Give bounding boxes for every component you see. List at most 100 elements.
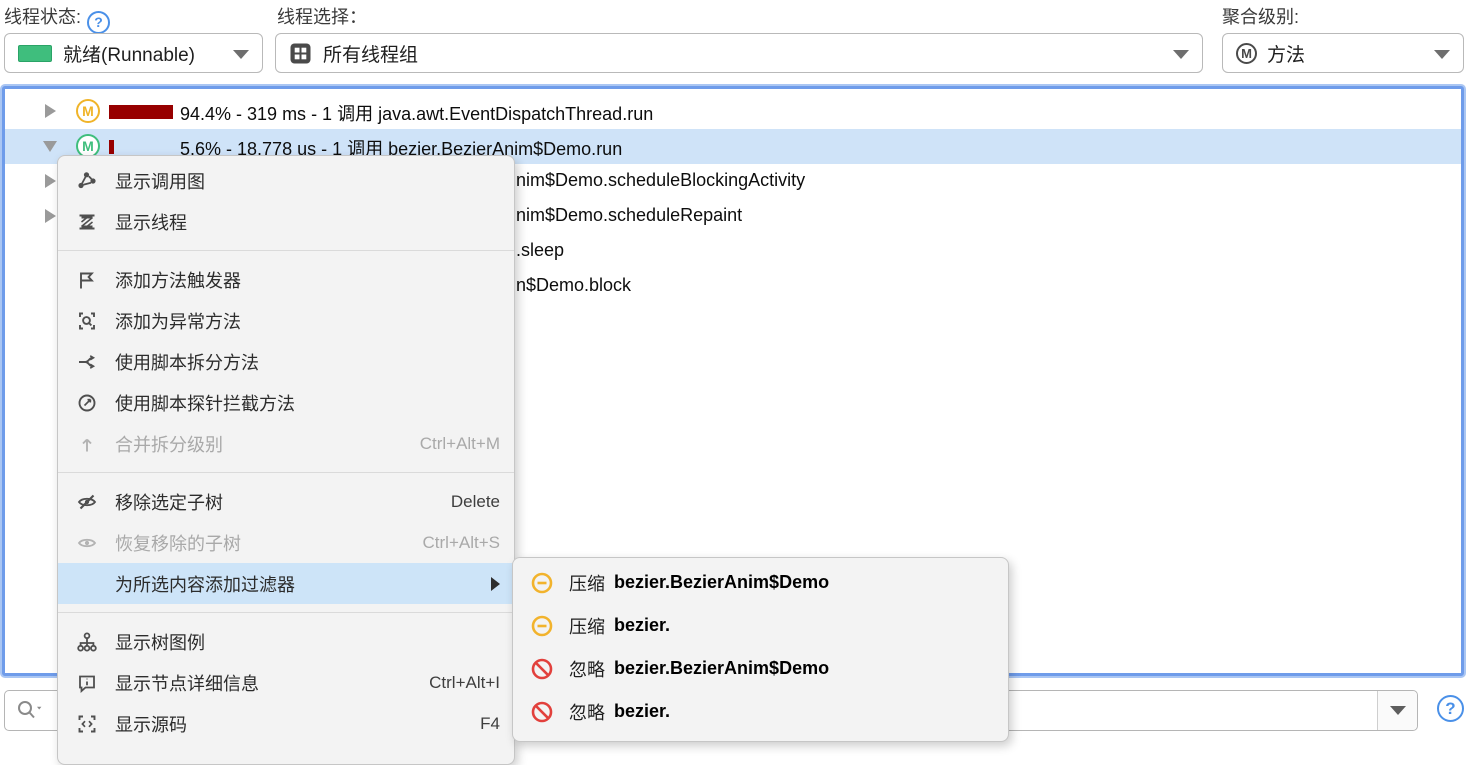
menu-item-add-filter-for-selection[interactable]: 为所选内容添加过滤器 [58, 563, 514, 604]
aggregation-label-text: 聚合级别: [1222, 7, 1300, 27]
menu-item-show-tree-legend[interactable]: 显示树图例 [58, 621, 514, 662]
menu-item-label: 添加方法触发器 [115, 270, 241, 291]
tree-node-label[interactable]: 94.4% - 319 ms - 1 调用 java.awt.EventDisp… [180, 100, 653, 126]
menu-item-label: 恢复移除的子树 [115, 533, 241, 554]
menu-separator [58, 250, 514, 251]
menu-separator [58, 472, 514, 473]
thread-state-dropdown[interactable]: 就绪(Runnable) [4, 33, 263, 73]
collapse-arrow-icon[interactable] [43, 141, 57, 152]
circle-minus-icon [529, 571, 555, 595]
submenu-action-label: 压缩 [569, 573, 605, 594]
node-info-icon [74, 672, 100, 694]
tree-node-label[interactable]: nim$Demo.scheduleRepaint [516, 205, 742, 226]
menu-item-merge-split-levels: 合并拆分级别 Ctrl+Alt+M [58, 423, 514, 464]
thread-state-value: 就绪(Runnable) [63, 44, 195, 66]
time-bar [109, 140, 114, 154]
menu-item-add-exceptional-method[interactable]: 添加为异常方法 [58, 300, 514, 341]
context-menu: 显示调用图 显示线程 添加方法触发器 添加为异常方法 使用脚本拆分方法 使用脚本… [57, 155, 515, 765]
menu-item-show-node-details[interactable]: 显示节点详细信息 Ctrl+Alt+I [58, 662, 514, 703]
menu-shortcut: F4 [480, 713, 500, 733]
help-icon[interactable]: ? [1437, 695, 1464, 722]
thread-state-label: 线程状态:? [4, 3, 111, 34]
menu-item-probe-intercept-method[interactable]: 使用脚本探针拦截方法 [58, 382, 514, 423]
eye-off-icon [74, 491, 100, 513]
menu-shortcut: Ctrl+Alt+M [419, 433, 500, 453]
submenu-target-label: bezier. [614, 615, 671, 635]
menu-shortcut: Ctrl+Alt+S [422, 532, 500, 552]
submenu-target-label: bezier.BezierAnim$Demo [614, 658, 830, 678]
aggregation-value: 方法 [1267, 44, 1306, 66]
menu-item-label: 添加为异常方法 [115, 311, 241, 332]
menu-item-label: 使用脚本拆分方法 [115, 352, 259, 373]
menu-item-label: 显示线程 [115, 212, 187, 233]
expand-arrow-icon[interactable] [45, 174, 56, 188]
chevron-down-icon [1434, 50, 1450, 59]
tree-node-label[interactable]: n$Demo.block [516, 275, 631, 296]
chevron-down-icon [1173, 50, 1189, 59]
filter-submenu: 压缩 bezier.BezierAnim$Demo 压缩 bezier. 忽略 … [512, 557, 1009, 742]
menu-item-label: 显示节点详细信息 [115, 673, 259, 694]
thread-select-value: 所有线程组 [323, 44, 419, 66]
menu-shortcut: Delete [450, 491, 500, 511]
circle-minus-icon [529, 614, 555, 638]
flag-icon [74, 269, 100, 291]
submenu-item-compress-class[interactable]: 压缩 bezier.BezierAnim$Demo [513, 561, 1008, 604]
menu-item-label: 显示调用图 [115, 171, 205, 192]
menu-item-label: 为所选内容添加过滤器 [115, 574, 295, 595]
merge-levels-icon [74, 433, 100, 455]
method-badge-icon: M [76, 99, 100, 123]
exception-method-icon [74, 310, 100, 332]
eye-icon [74, 532, 100, 554]
time-bar [109, 105, 173, 119]
tree-node-label[interactable]: nim$Demo.scheduleBlockingActivity [516, 170, 805, 191]
menu-item-label: 显示树图例 [115, 632, 205, 653]
probe-gauge-icon [74, 392, 100, 414]
menu-item-remove-selected-subtree[interactable]: 移除选定子树 Delete [58, 481, 514, 522]
menu-item-label: 合并拆分级别 [115, 434, 223, 455]
expand-arrow-icon[interactable] [45, 104, 56, 118]
menu-item-label: 显示源码 [115, 714, 187, 735]
menu-item-restore-removed-subtree: 恢复移除的子树 Ctrl+Alt+S [58, 522, 514, 563]
search-dropdown-button[interactable] [1377, 691, 1417, 730]
menu-item-add-method-trigger[interactable]: 添加方法触发器 [58, 259, 514, 300]
thread-select-dropdown[interactable]: 所有线程组 [275, 33, 1203, 73]
menu-item-show-threads[interactable]: 显示线程 [58, 201, 514, 242]
thread-select-label-text: 线程选择： [277, 7, 367, 27]
method-level-icon: M [1236, 42, 1257, 64]
search-icon[interactable] [15, 699, 49, 723]
menu-item-split-method-script[interactable]: 使用脚本拆分方法 [58, 341, 514, 382]
help-icon[interactable]: ? [87, 10, 111, 34]
menu-item-show-call-graph[interactable]: 显示调用图 [58, 160, 514, 201]
submenu-item-ignore-class[interactable]: 忽略 bezier.BezierAnim$Demo [513, 647, 1008, 690]
submenu-action-label: 压缩 [569, 616, 605, 637]
menu-separator [58, 612, 514, 613]
chevron-down-icon [1389, 706, 1406, 715]
runnable-color-swatch [18, 44, 52, 62]
aggregation-label: 聚合级别: [1222, 3, 1299, 29]
aggregation-dropdown[interactable]: M 方法 [1222, 33, 1464, 73]
thread-select-label: 线程选择： [277, 3, 367, 29]
expand-arrow-icon[interactable] [45, 209, 56, 223]
submenu-item-compress-package[interactable]: 压缩 bezier. [513, 604, 1008, 647]
circle-slash-icon [529, 657, 555, 681]
split-method-icon [74, 351, 100, 373]
chevron-down-icon [233, 50, 249, 59]
source-code-icon [74, 713, 100, 735]
table-row[interactable]: M 94.4% - 319 ms - 1 调用 java.awt.EventDi… [5, 94, 1461, 129]
submenu-action-label: 忽略 [569, 659, 605, 680]
submenu-target-label: bezier.BezierAnim$Demo [614, 572, 830, 592]
submenu-item-ignore-package[interactable]: 忽略 bezier. [513, 690, 1008, 733]
tree-node-label[interactable]: .sleep [516, 240, 564, 261]
thread-state-label-text: 线程状态: [4, 7, 82, 27]
menu-shortcut: Ctrl+Alt+I [429, 672, 500, 692]
circle-slash-icon [529, 700, 555, 724]
submenu-arrow-icon [491, 576, 500, 591]
threads-icon [74, 211, 100, 233]
menu-item-show-source[interactable]: 显示源码 F4 [58, 703, 514, 744]
thread-groups-icon [290, 43, 311, 63]
menu-item-label: 移除选定子树 [115, 492, 223, 513]
submenu-action-label: 忽略 [569, 702, 605, 723]
tree-legend-icon [74, 631, 100, 653]
menu-item-label: 使用脚本探针拦截方法 [115, 393, 295, 414]
call-graph-icon [74, 170, 100, 192]
